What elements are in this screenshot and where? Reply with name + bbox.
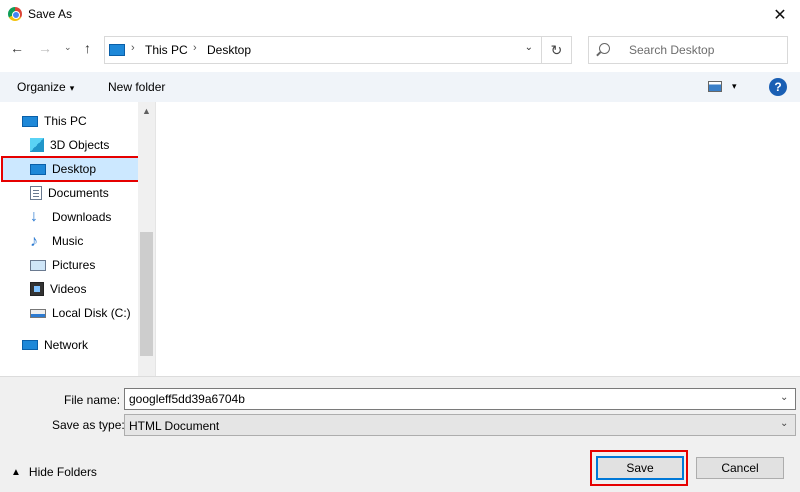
command-toolbar: Organize ▾ New folder ▾ ? [0, 72, 800, 102]
chevron-down-icon[interactable]: ⌄ [780, 418, 788, 429]
download-arrow-icon: ↓ [30, 208, 38, 225]
breadcrumb-this-pc[interactable]: This PC [145, 43, 188, 57]
sidebar-item-label: Downloads [52, 210, 112, 224]
documents-icon [30, 186, 42, 200]
chevron-down-icon[interactable]: ⌄ [780, 392, 788, 403]
help-icon[interactable]: ? [769, 78, 787, 96]
file-name-label: File name: [64, 393, 121, 407]
save-options-panel: File name: ⌄ Save as type: HTML Document… [0, 376, 800, 492]
chevron-down-icon[interactable]: ▾ [732, 81, 737, 92]
network-icon [22, 340, 38, 350]
hide-folders-button[interactable]: ▲ Hide Folders [11, 465, 97, 479]
sidebar-item-3d-objects[interactable]: 3D Objects [30, 134, 109, 156]
up-arrow-icon[interactable]: ↑ [84, 40, 91, 56]
address-bar[interactable]: › This PC › Desktop ⌄ [104, 36, 542, 64]
cube-icon [30, 138, 44, 152]
close-button[interactable]: ✕ [760, 0, 800, 30]
hide-folders-label: Hide Folders [28, 465, 97, 479]
sidebar-item-desktop[interactable]: Desktop [30, 158, 96, 180]
disk-drive-icon [30, 308, 46, 318]
sidebar-item-label: Music [52, 234, 84, 248]
address-dropdown-icon[interactable]: ⌄ [525, 42, 533, 53]
sidebar-item-network[interactable]: Network [22, 334, 88, 356]
sidebar-item-label: Desktop [52, 162, 97, 176]
breadcrumb-desktop[interactable]: Desktop [207, 43, 251, 57]
chrome-icon [8, 7, 22, 21]
organize-label: Organize [17, 80, 66, 94]
navigation-bar: ← → ⌄ ↑ › This PC › Desktop ⌄ ↻ Search D… [0, 30, 800, 70]
chevron-down-icon: ▾ [69, 83, 75, 93]
search-icon [599, 43, 610, 54]
search-placeholder: Search Desktop [629, 43, 715, 57]
title-bar: Save As ✕ [0, 0, 800, 30]
sidebar-item-pictures[interactable]: Pictures [30, 254, 95, 276]
sidebar-item-label: Pictures [52, 258, 96, 272]
recent-locations-chevron-icon[interactable]: ⌄ [64, 42, 72, 53]
scroll-up-arrow-icon[interactable]: ▲ [142, 106, 151, 116]
sidebar-item-videos[interactable]: Videos [30, 278, 86, 300]
file-list-pane[interactable] [155, 102, 800, 376]
refresh-button[interactable]: ↻ [542, 36, 572, 64]
save-type-label: Save as type: [52, 418, 125, 432]
cancel-button[interactable]: Cancel [696, 457, 784, 479]
desktop-icon [30, 163, 46, 175]
sidebar-item-label: This PC [44, 114, 87, 128]
file-name-field[interactable] [124, 388, 796, 410]
sidebar-item-downloads[interactable]: ↓ Downloads [30, 206, 111, 228]
save-button[interactable]: Save [596, 456, 684, 480]
search-input[interactable]: Search Desktop [588, 36, 788, 64]
sidebar-scrollbar[interactable]: ▲ [138, 102, 155, 376]
breadcrumb-chevron-icon[interactable]: › [131, 42, 135, 54]
music-note-icon: ♪ [30, 233, 38, 250]
sidebar-item-this-pc[interactable]: This PC [22, 110, 87, 132]
sidebar-item-label: Local Disk (C:) [52, 306, 131, 320]
back-arrow-icon[interactable]: ← [10, 40, 24, 56]
breadcrumb-chevron-icon[interactable]: › [193, 42, 197, 54]
sidebar-item-label: Network [44, 338, 89, 352]
forward-arrow-icon[interactable]: → [38, 40, 52, 56]
window-title: Save As [28, 7, 73, 21]
new-folder-button[interactable]: New folder [108, 80, 165, 94]
pc-icon [109, 44, 125, 56]
scrollbar-thumb[interactable] [140, 232, 153, 356]
sidebar-item-label: 3D Objects [50, 138, 110, 152]
pictures-icon [30, 259, 46, 271]
view-options-icon[interactable] [708, 81, 722, 92]
save-type-select[interactable]: HTML Document [124, 414, 796, 436]
sidebar-item-documents[interactable]: Documents [30, 182, 109, 204]
sidebar-item-local-disk[interactable]: Local Disk (C:) [30, 302, 131, 324]
pc-icon [22, 115, 38, 127]
organize-button[interactable]: Organize ▾ [17, 80, 74, 94]
sidebar-item-music[interactable]: ♪ Music [30, 230, 83, 252]
film-icon [30, 282, 44, 296]
sidebar-item-label: Documents [48, 186, 109, 200]
chevron-up-icon: ▲ [11, 466, 21, 478]
sidebar-item-label: Videos [50, 282, 87, 296]
